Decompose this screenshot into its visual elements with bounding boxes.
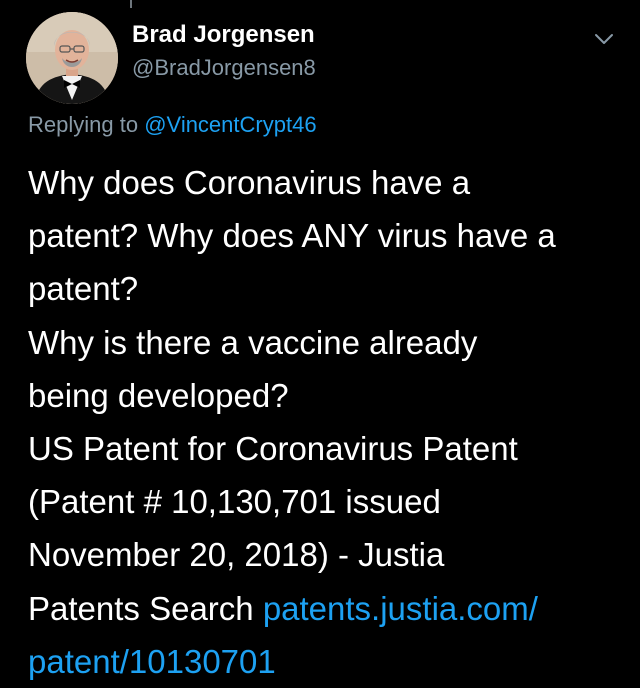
tweet-text-line: US Patent for Coronavirus Patent: [28, 430, 518, 468]
patent-link-continued[interactable]: patent/10130701: [28, 643, 276, 680]
thread-connector-line: [130, 0, 132, 8]
tweet-text-line: November 20, 2018) - Justia: [28, 536, 445, 574]
avatar-photo: [26, 12, 118, 104]
tweet-text: Why does Coronavirus have a patent? Why …: [28, 156, 628, 688]
replying-to-mention[interactable]: @VincentCrypt46: [144, 112, 316, 137]
author-name[interactable]: Brad Jorgensen: [132, 21, 315, 49]
avatar[interactable]: [26, 12, 118, 104]
chevron-down-icon[interactable]: [592, 30, 616, 48]
replying-to-label: Replying to: [28, 112, 139, 137]
tweet-text-line: patent?: [28, 270, 139, 308]
tweet-text-fragment: Patents Search: [28, 589, 263, 627]
tweet-text-line: being developed?: [28, 376, 289, 414]
tweet-text-line-link: patent/10130701: [28, 635, 628, 688]
tweet-text-line: patent? Why does ANY virus have a: [28, 217, 556, 255]
tweet-text-line: Why is there a vaccine already: [28, 323, 478, 361]
tweet-card: Brad Jorgensen @BradJorgensen8 Replying …: [0, 0, 640, 686]
tweet-text-line: Why does Coronavirus have a: [28, 164, 471, 201]
replying-to: Replying to @VincentCrypt46: [28, 112, 317, 138]
author-handle[interactable]: @BradJorgensen8: [132, 55, 316, 81]
tweet-text-line: (Patent # 10,130,701 issued: [28, 483, 441, 521]
tweet-text-line-with-link: Patents Search patents.justia.com/: [28, 582, 628, 635]
patent-link[interactable]: patents.justia.com/: [263, 590, 538, 627]
